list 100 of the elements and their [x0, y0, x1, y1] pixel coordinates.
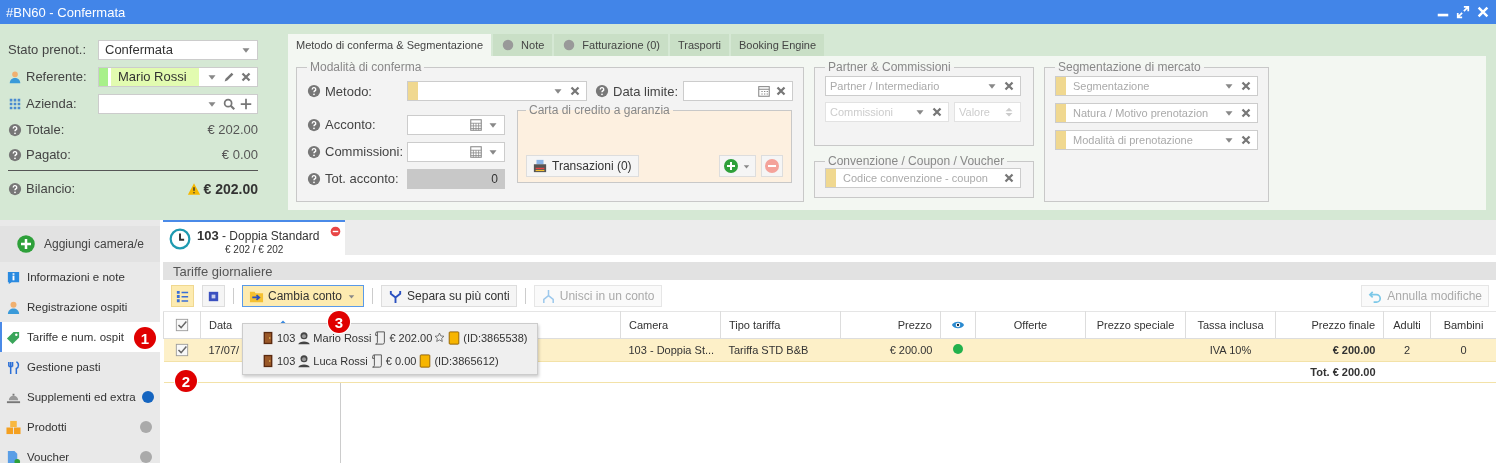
- help-icon: [307, 84, 321, 98]
- status-select[interactable]: Confermata: [98, 39, 258, 60]
- tab[interactable]: Note: [493, 34, 553, 56]
- window-title: #BN60 - Confermata: [6, 4, 126, 20]
- balance-label: Bilancio:: [26, 181, 76, 196]
- clear-icon[interactable]: [774, 84, 788, 98]
- transactions-button[interactable]: Transazioni (0): [526, 155, 639, 177]
- fieldset-legend: Partner & Commissioni: [825, 60, 954, 74]
- clear-icon[interactable]: [1239, 133, 1253, 147]
- column-header[interactable]: Tipo tariffa: [729, 319, 781, 331]
- room-amount: € 202 / € 202: [224, 244, 285, 255]
- column-header[interactable]: Camera: [629, 319, 669, 331]
- annotation-badge: 3: [328, 311, 350, 333]
- tab[interactable]: Metodo di conferma & Segmentazione: [288, 34, 492, 56]
- field-label: Commissioni:: [325, 144, 403, 159]
- field-label: Azienda:: [26, 96, 77, 111]
- table-cell: IVA 10%: [1209, 344, 1252, 356]
- person-icon: [8, 69, 22, 84]
- split-icon: [388, 288, 404, 304]
- field-label: Referente:: [26, 69, 87, 84]
- table-cell: 0: [1460, 344, 1467, 356]
- remove-icon[interactable]: [330, 226, 341, 237]
- person-icon: [6, 299, 21, 315]
- clear-icon[interactable]: [1002, 171, 1016, 185]
- calendar-icon[interactable]: [757, 84, 771, 98]
- fieldset-legend: Modalità di conferma: [307, 60, 425, 74]
- clear-icon[interactable]: [568, 84, 582, 98]
- sidebar-item[interactable]: Registrazione ospiti: [0, 292, 160, 322]
- column-header[interactable]: Data: [209, 319, 233, 331]
- boxes-icon: [6, 419, 21, 435]
- maximize-icon[interactable]: [1456, 5, 1470, 19]
- date-field[interactable]: [683, 81, 793, 101]
- section-title: Tariffe giornaliere: [173, 263, 273, 279]
- amount-field[interactable]: [407, 141, 505, 162]
- table-cell: Tariffa STD B&B: [728, 344, 809, 356]
- clear-icon: [930, 105, 944, 119]
- door-icon: [261, 330, 275, 345]
- help-icon: [307, 117, 321, 132]
- table-cell: 17/07/: [208, 344, 240, 356]
- add-room-button[interactable]: Aggiungi camera/e: [0, 226, 160, 262]
- help-icon: [595, 84, 609, 98]
- add-icon: [723, 158, 739, 174]
- toolbar-button[interactable]: Separa su più conti: [381, 285, 517, 308]
- annotation-badge: 1: [134, 327, 156, 349]
- icon-button[interactable]: [202, 285, 225, 308]
- room-tab[interactable]: 103 - Doppia Standard € 202 / € 202: [163, 220, 345, 255]
- add-icon[interactable]: [239, 96, 253, 111]
- calculator-icon[interactable]: [469, 144, 483, 159]
- field-label: Stato prenot.:: [8, 42, 87, 57]
- total-deposit-field: 0: [407, 168, 505, 189]
- tab[interactable]: Booking Engine: [731, 34, 825, 56]
- remove-icon: [764, 158, 780, 174]
- list-icon: [175, 288, 190, 304]
- clear-icon[interactable]: [1239, 79, 1253, 93]
- icon-button[interactable]: [171, 285, 194, 308]
- checkbox-icon[interactable]: [175, 318, 189, 332]
- fieldset-legend: Segmentazione di mercato: [1055, 60, 1204, 74]
- field-label: Data limite:: [613, 83, 679, 99]
- help-icon: [307, 144, 321, 159]
- tab[interactable]: Trasporti: [670, 34, 729, 56]
- toolbar-button[interactable]: Cambia conto: [242, 285, 365, 308]
- calculator-icon[interactable]: [469, 117, 483, 132]
- document-icon: [6, 449, 21, 463]
- receipt-icon: [373, 330, 388, 345]
- sidebar-item[interactable]: Prodotti: [0, 412, 160, 442]
- checkbox-icon[interactable]: [175, 343, 189, 357]
- total-value: € 202.00: [207, 122, 258, 137]
- sidebar-item[interactable]: Voucher: [0, 442, 160, 463]
- amount-field[interactable]: [407, 114, 505, 135]
- tag-icon: [6, 329, 21, 345]
- company-field[interactable]: [98, 93, 258, 114]
- help-icon: [8, 122, 22, 137]
- sidebar-item[interactable]: Supplementi ed extra: [0, 382, 160, 412]
- field-label: Metodo:: [325, 83, 372, 99]
- total-label: Totale:: [26, 122, 65, 137]
- cutlery-icon: [6, 359, 21, 375]
- door-icon: [261, 353, 275, 368]
- info-icon: [6, 269, 21, 285]
- fieldset-legend: Convenzione / Coupon / Voucher: [825, 154, 1008, 168]
- field-label: Acconto:: [325, 117, 376, 132]
- clear-icon[interactable]: [1002, 79, 1016, 93]
- total-label: Pagato:: [26, 147, 71, 162]
- column-header[interactable]: Prezzo: [897, 319, 932, 331]
- close-icon[interactable]: [1476, 5, 1490, 19]
- table-cell: 103 - Doppia St...: [628, 344, 715, 356]
- help-icon: [307, 171, 321, 186]
- fieldset-legend: Carta di credito a garanzia: [526, 103, 673, 117]
- contact-field[interactable]: Mario Rossi: [98, 66, 258, 87]
- person-icon: [297, 353, 312, 368]
- add-button[interactable]: [719, 155, 756, 177]
- help-icon: [8, 147, 22, 162]
- search-icon[interactable]: [222, 96, 236, 111]
- sidebar-item[interactable]: Informazioni e note: [0, 262, 160, 292]
- sidebar-item[interactable]: Gestione pasti: [0, 352, 160, 382]
- annotation-badge: 2: [175, 370, 197, 392]
- tab[interactable]: Fatturazione (0): [554, 34, 668, 56]
- column-header[interactable]: Offerte: [1013, 319, 1048, 331]
- receipt-icon: [369, 353, 384, 368]
- register-icon: [533, 159, 547, 173]
- clear-icon[interactable]: [1239, 106, 1253, 120]
